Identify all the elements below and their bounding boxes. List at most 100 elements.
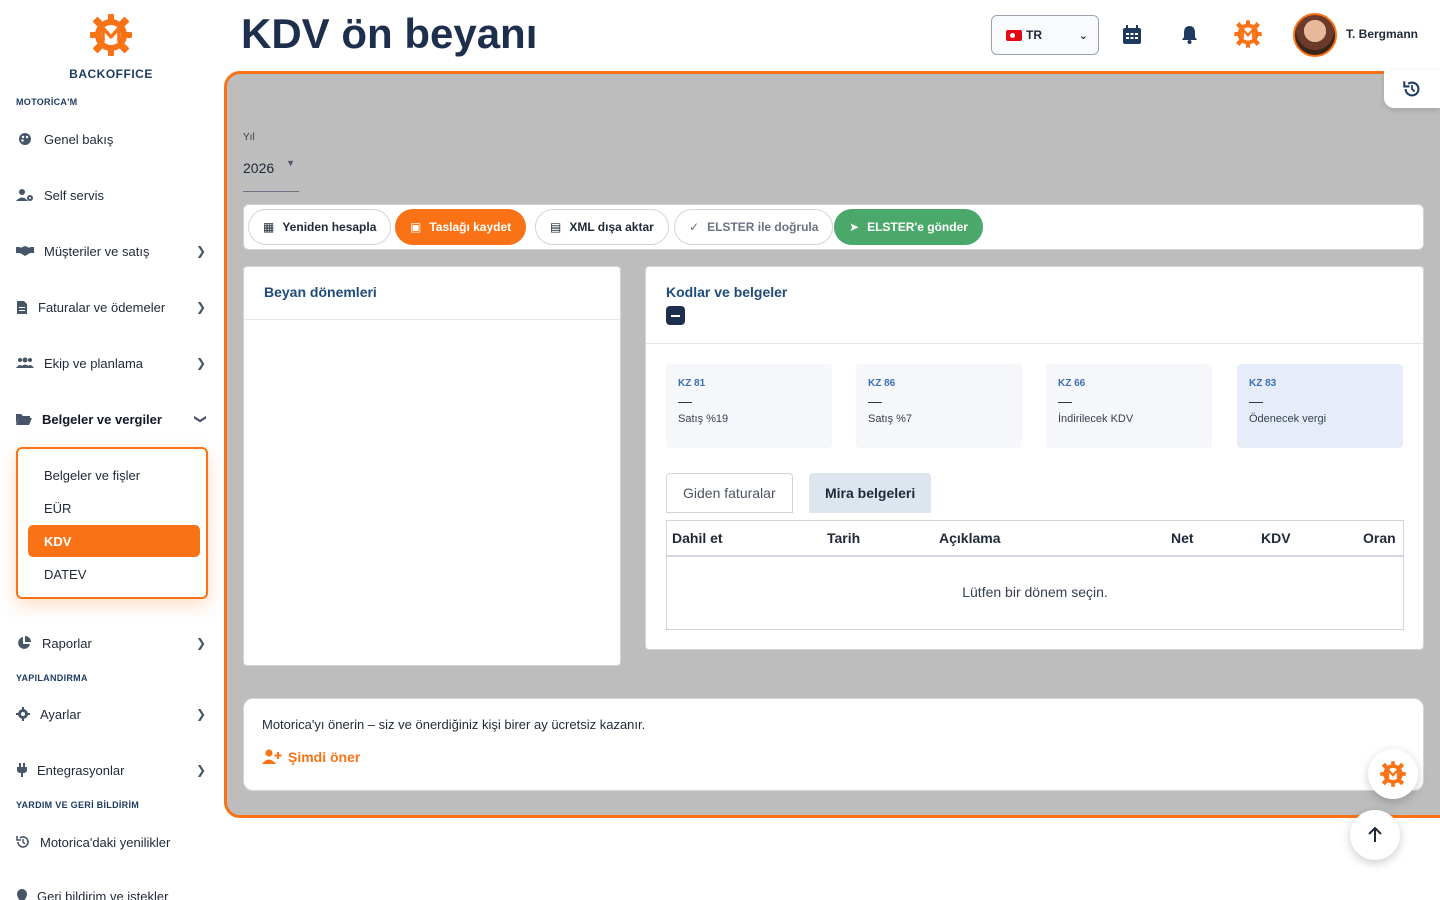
kz-code: KZ 86: [868, 378, 896, 389]
recalculate-label: Yeniden hesapla: [282, 220, 377, 234]
sidebar-item-label: Self servis: [44, 187, 104, 203]
column-header[interactable]: KDV: [1261, 530, 1291, 546]
send-elster-label: ELSTER'e gönder: [867, 220, 968, 234]
sidebar-item-label: Entegrasyonlar: [37, 762, 125, 778]
sidebar-item-integrations[interactable]: Entegrasyonlar ❯: [16, 758, 208, 782]
user-plus-icon: [262, 749, 282, 764]
kz-tile: KZ 86 — Satış %7: [856, 364, 1022, 448]
bell-icon[interactable]: [1177, 22, 1201, 46]
brand-name: BACKOFFICE: [69, 67, 153, 81]
save-draft-button[interactable]: ▣ Taslağı kaydet: [395, 209, 527, 245]
column-header[interactable]: Açıklama: [939, 530, 1000, 546]
year-label: Yıl: [243, 132, 255, 143]
column-header[interactable]: Oran: [1363, 530, 1396, 546]
export-xml-label: XML dışa aktar: [569, 220, 654, 234]
sidebar-item-whats-new[interactable]: Motorica'daki yenilikler: [16, 830, 208, 854]
year-select[interactable]: 2026 ▼: [243, 158, 299, 192]
kz-value: —: [1249, 393, 1263, 409]
chevron-right-icon: ❯: [195, 636, 206, 650]
motorica-logo-icon[interactable]: [1233, 19, 1263, 49]
brand[interactable]: BACKOFFICE: [0, 12, 222, 81]
column-header[interactable]: Dahil et: [672, 530, 723, 546]
brand-logo-icon: [90, 14, 132, 56]
palette-icon: [16, 132, 34, 146]
sidebar-item-label: Faturalar ve ödemeler: [38, 299, 166, 315]
empty-message: Lütfen bir dönem seçin.: [962, 584, 1108, 600]
assistant-button[interactable]: [1368, 749, 1418, 799]
kz-value: —: [868, 393, 882, 409]
sidebar-item-label: Raporlar: [42, 635, 92, 651]
sidebar-item-self-service[interactable]: Self servis: [16, 183, 208, 207]
language-value: TR: [1026, 28, 1042, 42]
sidebar-item-team[interactable]: Ekip ve planlama ❯: [16, 351, 208, 375]
referral-text: Motorica'yı önerin – siz ve önerdiğiniz …: [262, 717, 646, 732]
turkey-flag-icon: [1006, 29, 1022, 41]
history-icon: [1403, 81, 1420, 97]
motorica-logo-icon: [1380, 761, 1406, 787]
calendar-icon[interactable]: [1120, 22, 1144, 46]
sidebar: BACKOFFICE MOTORİCA'M Genel bakış Self s…: [0, 0, 222, 900]
send-elster-button[interactable]: ➤ ELSTER'e gönder: [834, 209, 983, 245]
chevron-right-icon: ❯: [195, 763, 206, 777]
codes-card-title: Kodlar ve belgeler: [666, 284, 788, 300]
sidebar-item-reports[interactable]: Raporlar ❯: [16, 631, 208, 655]
sidebar-item-documents-taxes[interactable]: Belgeler ve vergiler ❯: [16, 407, 208, 431]
sidebar-item-label: Ayarlar: [40, 706, 81, 722]
handshake-icon: [16, 244, 34, 258]
submenu-item-datev[interactable]: DATEV: [28, 558, 200, 590]
sidebar-item-overview[interactable]: Genel bakış: [16, 127, 208, 151]
validate-elster-label: ELSTER ile doğrula: [707, 220, 819, 234]
kz-label: Satış %19: [678, 413, 729, 425]
refer-now-link[interactable]: Şimdi öner: [262, 749, 360, 765]
column-header[interactable]: Tarih: [827, 530, 860, 546]
column-header[interactable]: Net: [1171, 530, 1194, 546]
kz-code: KZ 83: [1249, 378, 1277, 389]
kz-label: Satış %7: [868, 413, 913, 425]
sidebar-item-label: Ekip ve planlama: [44, 355, 143, 371]
scroll-top-button[interactable]: [1350, 810, 1400, 860]
submenu-item-eur[interactable]: EÜR: [28, 492, 200, 524]
save-draft-label: Taslağı kaydet: [429, 220, 512, 234]
tab-mira-documents[interactable]: Mira belgeleri: [809, 473, 932, 513]
sidebar-item-settings[interactable]: Ayarlar ❯: [16, 702, 208, 726]
sidebar-item-feedback[interactable]: Geri bildirim ve istekler: [16, 884, 208, 900]
sidebar-item-invoices[interactable]: Faturalar ve ödemeler ❯: [16, 295, 208, 319]
submenu-item-documents-receipts[interactable]: Belgeler ve fişler: [28, 459, 200, 491]
save-icon: ▣: [410, 220, 422, 234]
section-label-configuration: YAPILANDIRMA: [16, 673, 88, 683]
kz-label: Ödenecek vergi: [1249, 413, 1327, 425]
plug-icon: [16, 763, 27, 777]
kz-value: —: [678, 393, 692, 409]
section-label-help-feedback: YARDIM VE GERİ BİLDİRİM: [16, 800, 140, 810]
language-select[interactable]: TR ⌄: [991, 15, 1099, 55]
chevron-down-icon: ❯: [193, 413, 208, 425]
section-label-motorica: MOTORİCA'M: [16, 97, 78, 107]
submenu-item-kdv[interactable]: KDV: [28, 525, 200, 557]
kz-code: KZ 66: [1058, 378, 1086, 389]
kz-code: KZ 81: [678, 378, 706, 389]
kz-tile: KZ 83 — Ödenecek vergi: [1237, 364, 1403, 448]
validate-elster-button[interactable]: ✓ ELSTER ile doğrula: [674, 209, 834, 245]
pie-chart-icon: [16, 636, 32, 650]
avatar[interactable]: [1293, 13, 1337, 57]
export-xml-button[interactable]: ▤ XML dışa aktar: [535, 209, 669, 245]
codes-card: Kodlar ve belgeler KZ 81 — Satış %19 KZ …: [645, 266, 1424, 650]
collapse-button[interactable]: [666, 306, 685, 325]
caret-down-icon: ▼: [286, 158, 295, 168]
tab-outgoing-invoices[interactable]: Giden faturalar: [666, 473, 793, 513]
chevron-right-icon: ❯: [195, 300, 206, 314]
periods-card-title: Beyan dönemleri: [264, 284, 377, 300]
chevron-right-icon: ❯: [195, 356, 206, 370]
paper-plane-icon: ➤: [849, 220, 860, 234]
page-title: KDV ön beyanı: [241, 10, 538, 57]
history-button[interactable]: [1384, 70, 1440, 108]
kz-tile: KZ 66 — İndirilecek KDV: [1046, 364, 1212, 448]
recalculate-button[interactable]: ▦ Yeniden hesapla: [248, 209, 392, 245]
chevron-right-icon: ❯: [195, 244, 206, 258]
sidebar-item-label: Motorica'daki yenilikler: [40, 834, 171, 850]
users-icon: [16, 356, 34, 370]
sidebar-item-customers[interactable]: Müşteriler ve satış ❯: [16, 239, 208, 263]
user-name[interactable]: T. Bergmann: [1346, 27, 1418, 41]
location-icon: [16, 889, 27, 900]
gear-icon: [16, 707, 30, 721]
